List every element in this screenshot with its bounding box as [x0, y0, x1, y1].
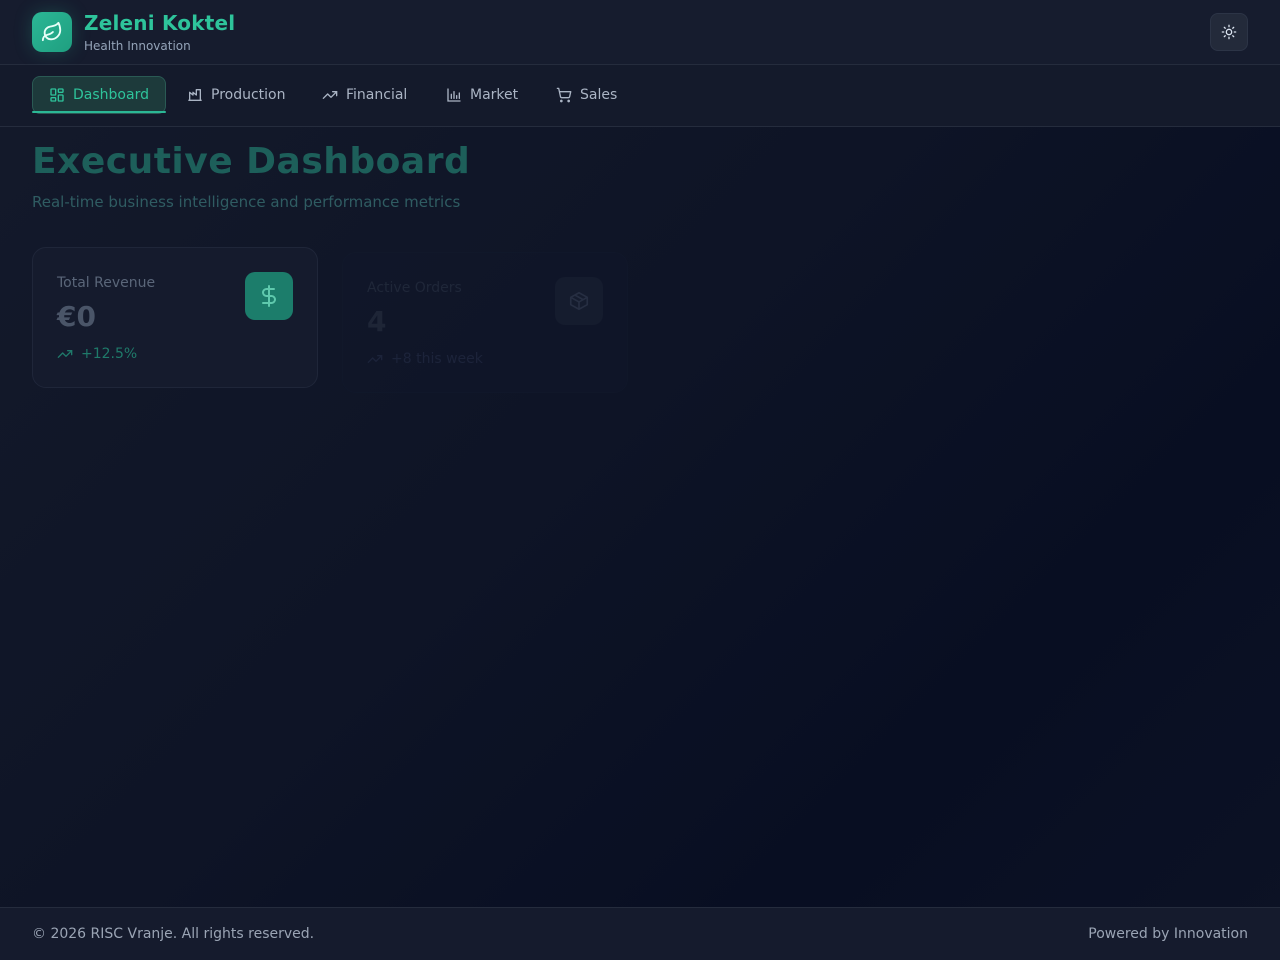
- theme-toggle-button[interactable]: [1210, 13, 1248, 51]
- orders-card[interactable]: Active Orders 4 +8 this week: [342, 252, 628, 393]
- bar-chart-icon: [446, 87, 462, 103]
- brand-subtitle: Health Innovation: [84, 39, 191, 53]
- cart-icon: [556, 87, 572, 103]
- card-trend: +8 this week: [367, 351, 483, 367]
- copyright-text: © 2026 RISC Vranje. All rights reserved.: [32, 926, 315, 942]
- card-trend-text: +12.5%: [81, 346, 138, 362]
- card-trend-text: +8 this week: [391, 351, 483, 367]
- tab-dashboard[interactable]: Dashboard: [32, 76, 166, 114]
- trending-up-icon: [57, 346, 73, 362]
- trending-up-icon: [367, 351, 383, 367]
- sun-icon: [1221, 24, 1237, 40]
- revenue-card[interactable]: Total Revenue €0 +12.5%: [32, 247, 318, 388]
- tab-label: Production: [211, 87, 286, 103]
- tab-label: Dashboard: [73, 87, 149, 103]
- tab-label: Financial: [346, 87, 408, 103]
- page-title: Executive Dashboard: [32, 141, 471, 182]
- card-value: €0: [57, 300, 96, 333]
- page-subtitle: Real-time business intelligence and perf…: [32, 193, 461, 211]
- card-trend: +12.5%: [57, 346, 137, 362]
- powered-by-text: Powered by Innovation: [1088, 926, 1248, 942]
- card-label: Active Orders: [367, 280, 462, 296]
- tab-production[interactable]: Production: [171, 76, 301, 114]
- tab-label: Market: [470, 87, 519, 103]
- active-tab-indicator: [32, 111, 166, 113]
- factory-icon: [187, 87, 203, 103]
- tab-market[interactable]: Market: [430, 76, 534, 114]
- tab-financial[interactable]: Financial: [306, 76, 423, 114]
- grid-icon: [49, 87, 65, 103]
- main-nav: Dashboard Production Financial Market Sa…: [0, 65, 1280, 127]
- leaf-icon[interactable]: [32, 12, 72, 52]
- trending-up-icon: [322, 87, 338, 103]
- package-icon: [555, 277, 603, 325]
- app-footer: © 2026 RISC Vranje. All rights reserved.…: [0, 907, 1280, 960]
- card-value: 4: [367, 305, 387, 338]
- tab-sales[interactable]: Sales: [540, 76, 633, 114]
- tab-label: Sales: [580, 87, 618, 103]
- dollar-icon: [245, 272, 293, 320]
- card-label: Total Revenue: [57, 275, 156, 291]
- brand-title: Zeleni Koktel: [84, 11, 236, 35]
- app-header: Zeleni Koktel Health Innovation: [0, 0, 1280, 65]
